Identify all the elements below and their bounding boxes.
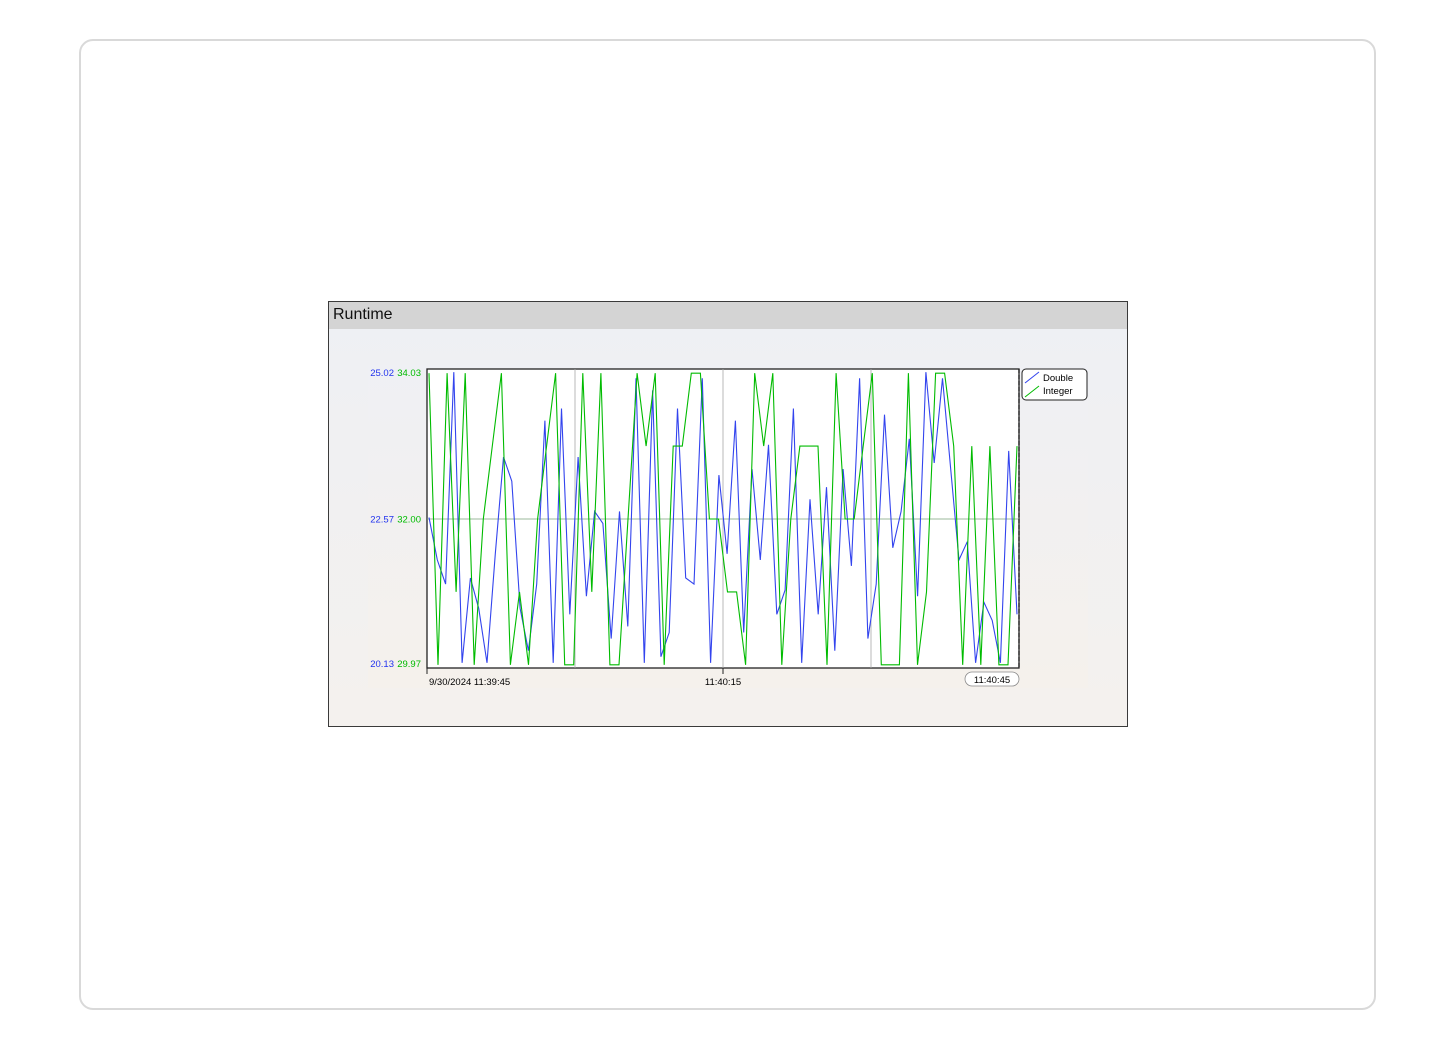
y-tick-label-axis0-0: 25.02	[370, 368, 394, 379]
y-tick-label-axis0-1: 22.57	[370, 515, 394, 526]
legend-integer-label: Integer	[1043, 386, 1073, 397]
y-tick-label-axis1-1: 32.00	[397, 515, 421, 526]
y-tick-label-axis0-2: 20.13	[370, 659, 394, 670]
runtime-titlebar: Runtime	[329, 302, 1127, 329]
x-tick-label-1: 11:40:15	[705, 677, 741, 688]
legend-double-label: Double	[1043, 373, 1073, 384]
y-tick-label-axis1-2: 29.97	[397, 659, 421, 670]
runtime-title: Runtime	[333, 306, 393, 323]
x-tick-label-0: 9/30/2024 11:39:45	[429, 677, 510, 688]
legend[interactable]: Double Integer	[1021, 368, 1088, 401]
x-tick-label-2: 11:40:45	[974, 675, 1010, 686]
y-tick-label-axis1-0: 34.03	[397, 368, 421, 379]
trend-chart: 25.02 22.57 20.13 34.03 32.00 29.97 9/30/2024…	[368, 365, 1088, 688]
